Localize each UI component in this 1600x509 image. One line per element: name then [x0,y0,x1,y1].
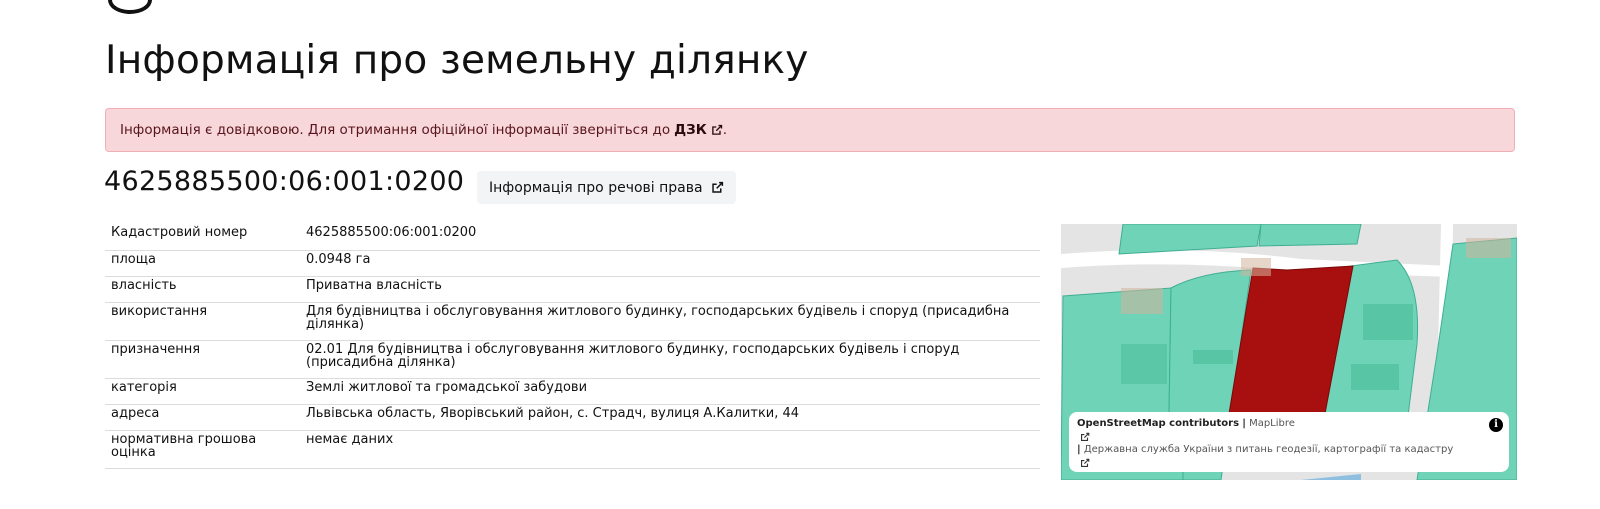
row-key: використання [105,302,300,341]
row-key: категорія [105,378,300,405]
building [1241,258,1271,276]
row-value: немає даних [300,430,1040,469]
row-value: 0.0948 га [300,250,1040,277]
alert-trailing: . [722,122,728,138]
info-icon[interactable]: i [1489,418,1503,432]
parcel-info-table: Кадастровий номер 4625885500:06:001:0200… [105,224,1040,469]
external-link-icon [1081,458,1090,467]
building [1121,344,1167,384]
parcel [1258,224,1362,247]
table-row: площа 0.0948 га [105,250,1040,277]
building [1466,238,1511,258]
row-value: 02.01 Для будівництва і обслуговування ж… [300,340,1040,379]
row-value: Приватна власність [300,276,1040,303]
maplibre-label: MapLibre [1249,418,1295,429]
row-key: площа [105,250,300,277]
table-row: призначення 02.01 Для будівництва і обсл… [105,340,1040,379]
property-rights-button[interactable]: Інформація про речові права [477,171,736,204]
row-value: 4625885500:06:001:0200 [300,224,1040,251]
info-alert: Інформація є довідковою. Для отримання о… [105,108,1515,152]
building [1193,350,1233,364]
table-row: Кадастровий номер 4625885500:06:001:0200 [105,224,1040,251]
row-value: Землі житлової та громадської забудови [300,378,1040,405]
table-row: адреса Львівська область, Яворівський ра… [105,404,1040,431]
row-key: Кадастровий номер [105,224,300,251]
building [1363,304,1413,340]
row-key: власність [105,276,300,303]
external-link-icon [711,124,722,135]
table-row: категорія Землі житлової та громадської … [105,378,1040,405]
table-row: використання Для будівництва і обслугову… [105,302,1040,341]
agency-link[interactable]: Державна служба України з питань геодезі… [1077,444,1483,468]
row-value: Львівська область, Яворівський район, с.… [300,404,1040,431]
logo-fragment [108,0,152,14]
attribution-separator: | [1077,444,1081,455]
row-value: Для будівництва і обслуговування житлово… [300,302,1040,341]
map-attribution: OpenStreetMap contributors | MapLibre | … [1069,412,1509,472]
external-link-icon [1081,432,1090,441]
building [1121,288,1163,314]
dzk-link-label: ДЗК [674,122,707,138]
page-title: Інформація про земельну ділянку [105,38,809,83]
building [1351,364,1399,390]
alert-text: Інформація є довідковою. Для отримання о… [120,122,671,138]
row-key: адреса [105,404,300,431]
agency-label: Державна служба України з питань геодезі… [1083,444,1454,455]
osm-link[interactable]: OpenStreetMap contributors [1077,418,1239,429]
attribution-separator: | [1242,418,1246,429]
property-rights-button-label: Інформація про речові права [489,179,703,196]
external-link-icon [711,181,723,193]
parcel-map[interactable]: OpenStreetMap contributors | MapLibre | … [1061,224,1517,480]
dzk-link[interactable]: ДЗК [674,122,723,138]
row-key: нормативна грошова оцінка [105,430,300,469]
cadastral-number-heading: 4625885500:06:001:0200 [104,166,465,197]
table-row: нормативна грошова оцінка немає даних [105,430,1040,469]
table-row: власність Приватна власність [105,276,1040,303]
row-key: призначення [105,340,300,379]
